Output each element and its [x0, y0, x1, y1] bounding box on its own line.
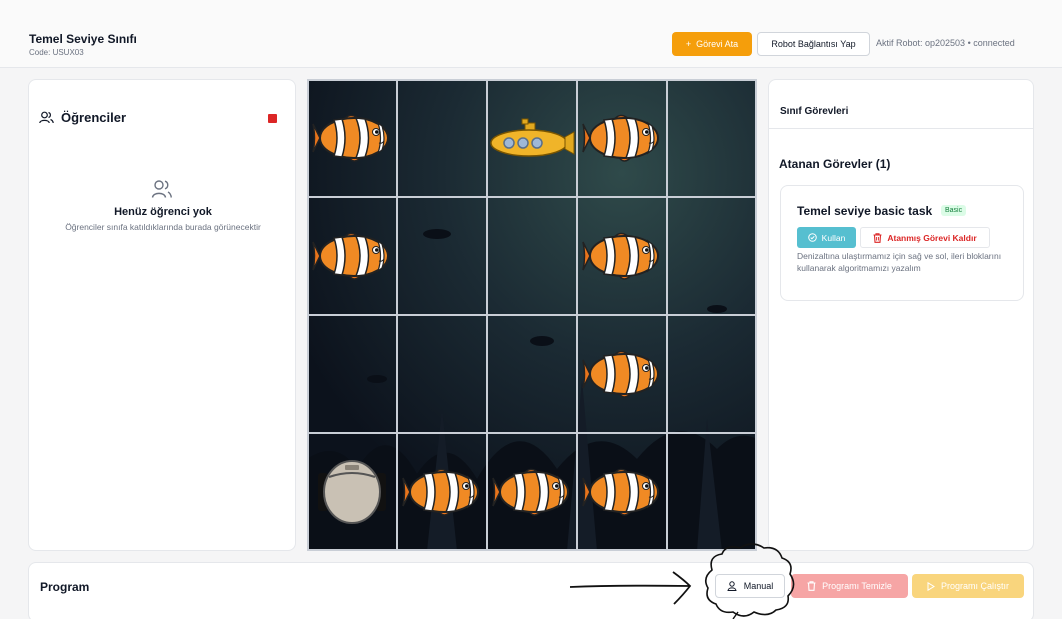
assigned-tasks-title: Atanan Görevler (1) [779, 157, 891, 171]
clownfish-icon [492, 462, 572, 522]
clownfish-icon [312, 226, 392, 286]
students-title: Öğrenciler [61, 110, 127, 125]
clownfish-icon [582, 344, 662, 404]
submarine-icon [489, 117, 575, 159]
clownfish-icon [582, 108, 662, 168]
program-panel: Program Manual Programı Temizle Programı… [28, 562, 1034, 619]
trash-icon [807, 581, 816, 591]
board-cell[interactable] [577, 433, 667, 551]
clear-program-label: Programı Temizle [822, 581, 892, 591]
clownfish-icon [312, 108, 392, 168]
clear-program-button[interactable]: Programı Temizle [791, 574, 908, 598]
students-header: Öğrenciler [39, 110, 126, 125]
manual-button[interactable]: Manual [715, 574, 785, 598]
check-circle-icon [807, 233, 817, 242]
program-title: Program [40, 580, 90, 594]
clownfish-icon [582, 226, 662, 286]
users-icon [39, 111, 54, 124]
empty-students-description: Öğrenciler sınıfa katıldıklarında burada… [65, 222, 261, 232]
assign-task-label: Görevi Ata [696, 39, 739, 49]
students-panel: Öğrenciler Henüz öğrenci yok Öğrenciler … [28, 79, 296, 551]
clownfish-icon [582, 462, 662, 522]
manual-label: Manual [743, 581, 774, 591]
trash-icon [873, 232, 882, 243]
game-board[interactable] [307, 79, 757, 551]
task-name: Temel seviye basic task [797, 204, 933, 218]
task-level-badge: Basic [941, 205, 967, 216]
plus-icon: + [685, 39, 692, 49]
remove-assigned-task-label: Atanmış Görevi Kaldır [887, 232, 977, 243]
remove-assigned-task-button[interactable]: Atanmış Görevi Kaldır [860, 227, 990, 248]
board-cell[interactable] [577, 197, 667, 315]
empty-students-title: Henüz öğrenci yok [114, 206, 212, 218]
task-description: Denizaltına ulaştırmamız için sağ ve sol… [797, 251, 1002, 273]
robot-icon [315, 459, 389, 525]
top-header: Temel Seviye Sınıfı Code: USUX03 + Görev… [0, 0, 1062, 68]
play-icon [927, 581, 935, 591]
board-cell[interactable] [307, 433, 397, 551]
board-cell[interactable] [577, 315, 667, 433]
class-title: Temel Seviye Sınıfı [29, 32, 137, 46]
board-cell[interactable] [307, 197, 397, 315]
board-cell[interactable] [487, 433, 577, 551]
user-icon [727, 581, 737, 591]
use-task-label: Kullan [821, 232, 846, 243]
users-empty-icon [151, 180, 172, 198]
board-cell[interactable] [487, 79, 577, 197]
use-task-button[interactable]: Kullan [797, 227, 856, 248]
task-card: Temel seviye basic task Basic Kullan Ata… [780, 185, 1024, 301]
class-tasks-title: Sınıf Görevleri [780, 106, 849, 117]
divider [769, 128, 1033, 129]
board-cell[interactable] [307, 79, 397, 197]
assign-task-button[interactable]: + Görevi Ata [672, 32, 752, 56]
class-tasks-panel: Sınıf Görevleri Atanan Görevler (1) Teme… [768, 79, 1034, 551]
run-program-label: Programı Çalıştır [940, 581, 1009, 591]
clownfish-icon [402, 462, 482, 522]
board-cell[interactable] [397, 433, 487, 551]
status-indicator [268, 114, 277, 123]
board-cell[interactable] [577, 79, 667, 197]
robot-connect-button[interactable]: Robot Bağlantısı Yap [757, 32, 870, 56]
active-robot-status: Aktif Robot: op202503 • connected [876, 38, 1015, 48]
run-program-button[interactable]: Programı Çalıştır [912, 574, 1024, 598]
class-code: Code: USUX03 [29, 48, 84, 57]
